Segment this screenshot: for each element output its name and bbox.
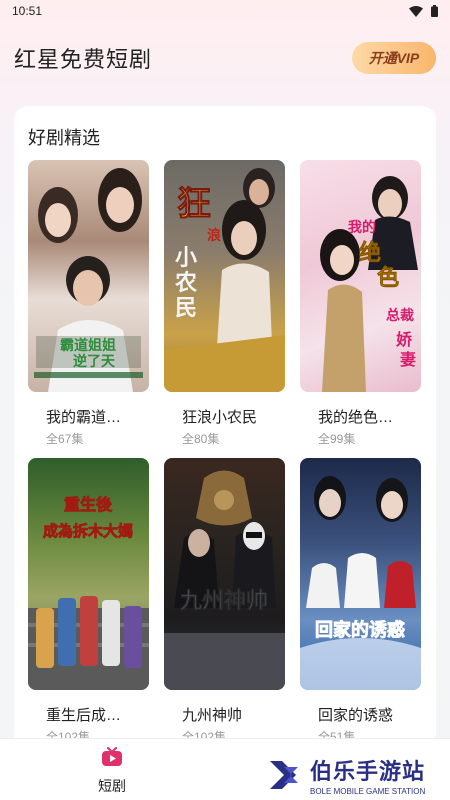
featured-section: 好剧精选 霸道姐姐 逆了天 我的霸道… 全67集 狂 浪 小 农 民 狂浪小农民… <box>14 106 436 746</box>
status-icons <box>409 5 438 17</box>
svg-text:娇: 娇 <box>396 330 413 349</box>
svg-text:色: 色 <box>377 265 399 291</box>
drama-poster[interactable]: 回家的诱惑 <box>300 458 421 690</box>
drama-poster[interactable]: 狂 浪 小 农 民 <box>164 160 285 392</box>
section-title: 好剧精选 <box>28 128 100 148</box>
svg-text:绝: 绝 <box>359 240 381 266</box>
drama-card[interactable]: 狂 浪 小 农 民 狂浪小农民 全80集 <box>164 160 285 446</box>
drama-episodes: 全99集 <box>318 432 356 446</box>
drama-poster[interactable]: 我的 绝 色 总裁 娇 妻 <box>300 160 421 392</box>
drama-title: 我的绝色… <box>318 409 394 426</box>
app-header: 红星免费短剧 开通VIP <box>0 36 450 80</box>
vip-button[interactable]: 开通VIP <box>352 42 436 74</box>
watermark-text: 伯乐手游站 BOLE MOBILE GAME STATION <box>310 754 425 796</box>
tv-icon <box>102 747 122 766</box>
svg-text:狂: 狂 <box>177 184 211 224</box>
svg-text:小: 小 <box>175 245 197 271</box>
svg-text:妻: 妻 <box>400 350 416 369</box>
drama-title: 重生后成… <box>46 707 122 724</box>
svg-text:成為拆木大媽: 成為拆木大媽 <box>43 522 133 540</box>
drama-title: 我的霸道… <box>46 409 122 426</box>
svg-text:浪: 浪 <box>207 227 221 244</box>
drama-card[interactable]: 重生後 成為拆木大媽 重生后成… 全102集 <box>28 458 149 744</box>
nav-label: 短剧 <box>98 778 126 794</box>
drama-card[interactable]: 霸道姐姐 逆了天 我的霸道… 全67集 <box>28 160 149 446</box>
svg-text:逆了天: 逆了天 <box>73 353 116 370</box>
drama-poster[interactable]: 重生後 成為拆木大媽 <box>28 458 149 690</box>
drama-title: 回家的诱惑 <box>318 707 394 724</box>
svg-text:回家的诱惑: 回家的诱惑 <box>315 619 405 641</box>
poster-art: 九州神帅 <box>164 470 285 690</box>
drama-title: 九州神帅 <box>182 707 243 724</box>
drama-episodes: 全80集 <box>182 432 220 446</box>
drama-poster[interactable]: 九州神帅 <box>164 458 285 690</box>
drama-card[interactable]: 我的 绝 色 总裁 娇 妻 我的绝色… 全99集 <box>300 160 421 446</box>
wifi-icon <box>409 5 423 17</box>
poster-art: 我的 绝 色 总裁 娇 妻 <box>320 176 418 392</box>
watermark: 伯乐手游站 BOLE MOBILE GAME STATION <box>250 750 450 800</box>
poster-art: 回家的诱惑 <box>300 476 421 690</box>
svg-text:我的: 我的 <box>348 219 376 236</box>
svg-text:农: 农 <box>174 270 197 296</box>
svg-text:九州神帅: 九州神帅 <box>179 588 268 614</box>
svg-text:民: 民 <box>175 295 197 321</box>
drama-card[interactable]: 回家的诱惑 回家的诱惑 全51集 <box>300 458 421 744</box>
drama-grid: 霸道姐姐 逆了天 我的霸道… 全67集 狂 浪 小 农 民 狂浪小农民 全80集… <box>28 160 422 744</box>
watermark-cn: 伯乐手游站 <box>310 759 426 784</box>
bole-logo-icon <box>270 761 298 789</box>
poster-art: 重生後 成為拆木大媽 <box>28 495 149 690</box>
app-title: 红星免费短剧 <box>14 47 153 72</box>
nav-item-shorts[interactable]: 短剧 <box>84 747 140 796</box>
poster-art: 狂 浪 小 农 民 <box>164 168 285 392</box>
svg-text:总裁: 总裁 <box>386 307 414 324</box>
drama-title: 狂浪小农民 <box>182 409 258 426</box>
poster-art: 霸道姐姐 逆了天 <box>34 168 143 392</box>
drama-card[interactable]: 九州神帅 九州神帅 全102集 <box>164 458 285 744</box>
svg-text:霸道姐姐: 霸道姐姐 <box>60 337 116 354</box>
battery-icon <box>431 5 438 17</box>
status-time: 10:51 <box>12 4 43 18</box>
svg-text:重生後: 重生後 <box>64 495 113 514</box>
drama-episodes: 全67集 <box>46 432 84 446</box>
status-bar: 10:51 <box>0 0 450 22</box>
drama-poster[interactable]: 霸道姐姐 逆了天 <box>28 160 149 392</box>
watermark-en: BOLE MOBILE GAME STATION <box>310 787 426 796</box>
